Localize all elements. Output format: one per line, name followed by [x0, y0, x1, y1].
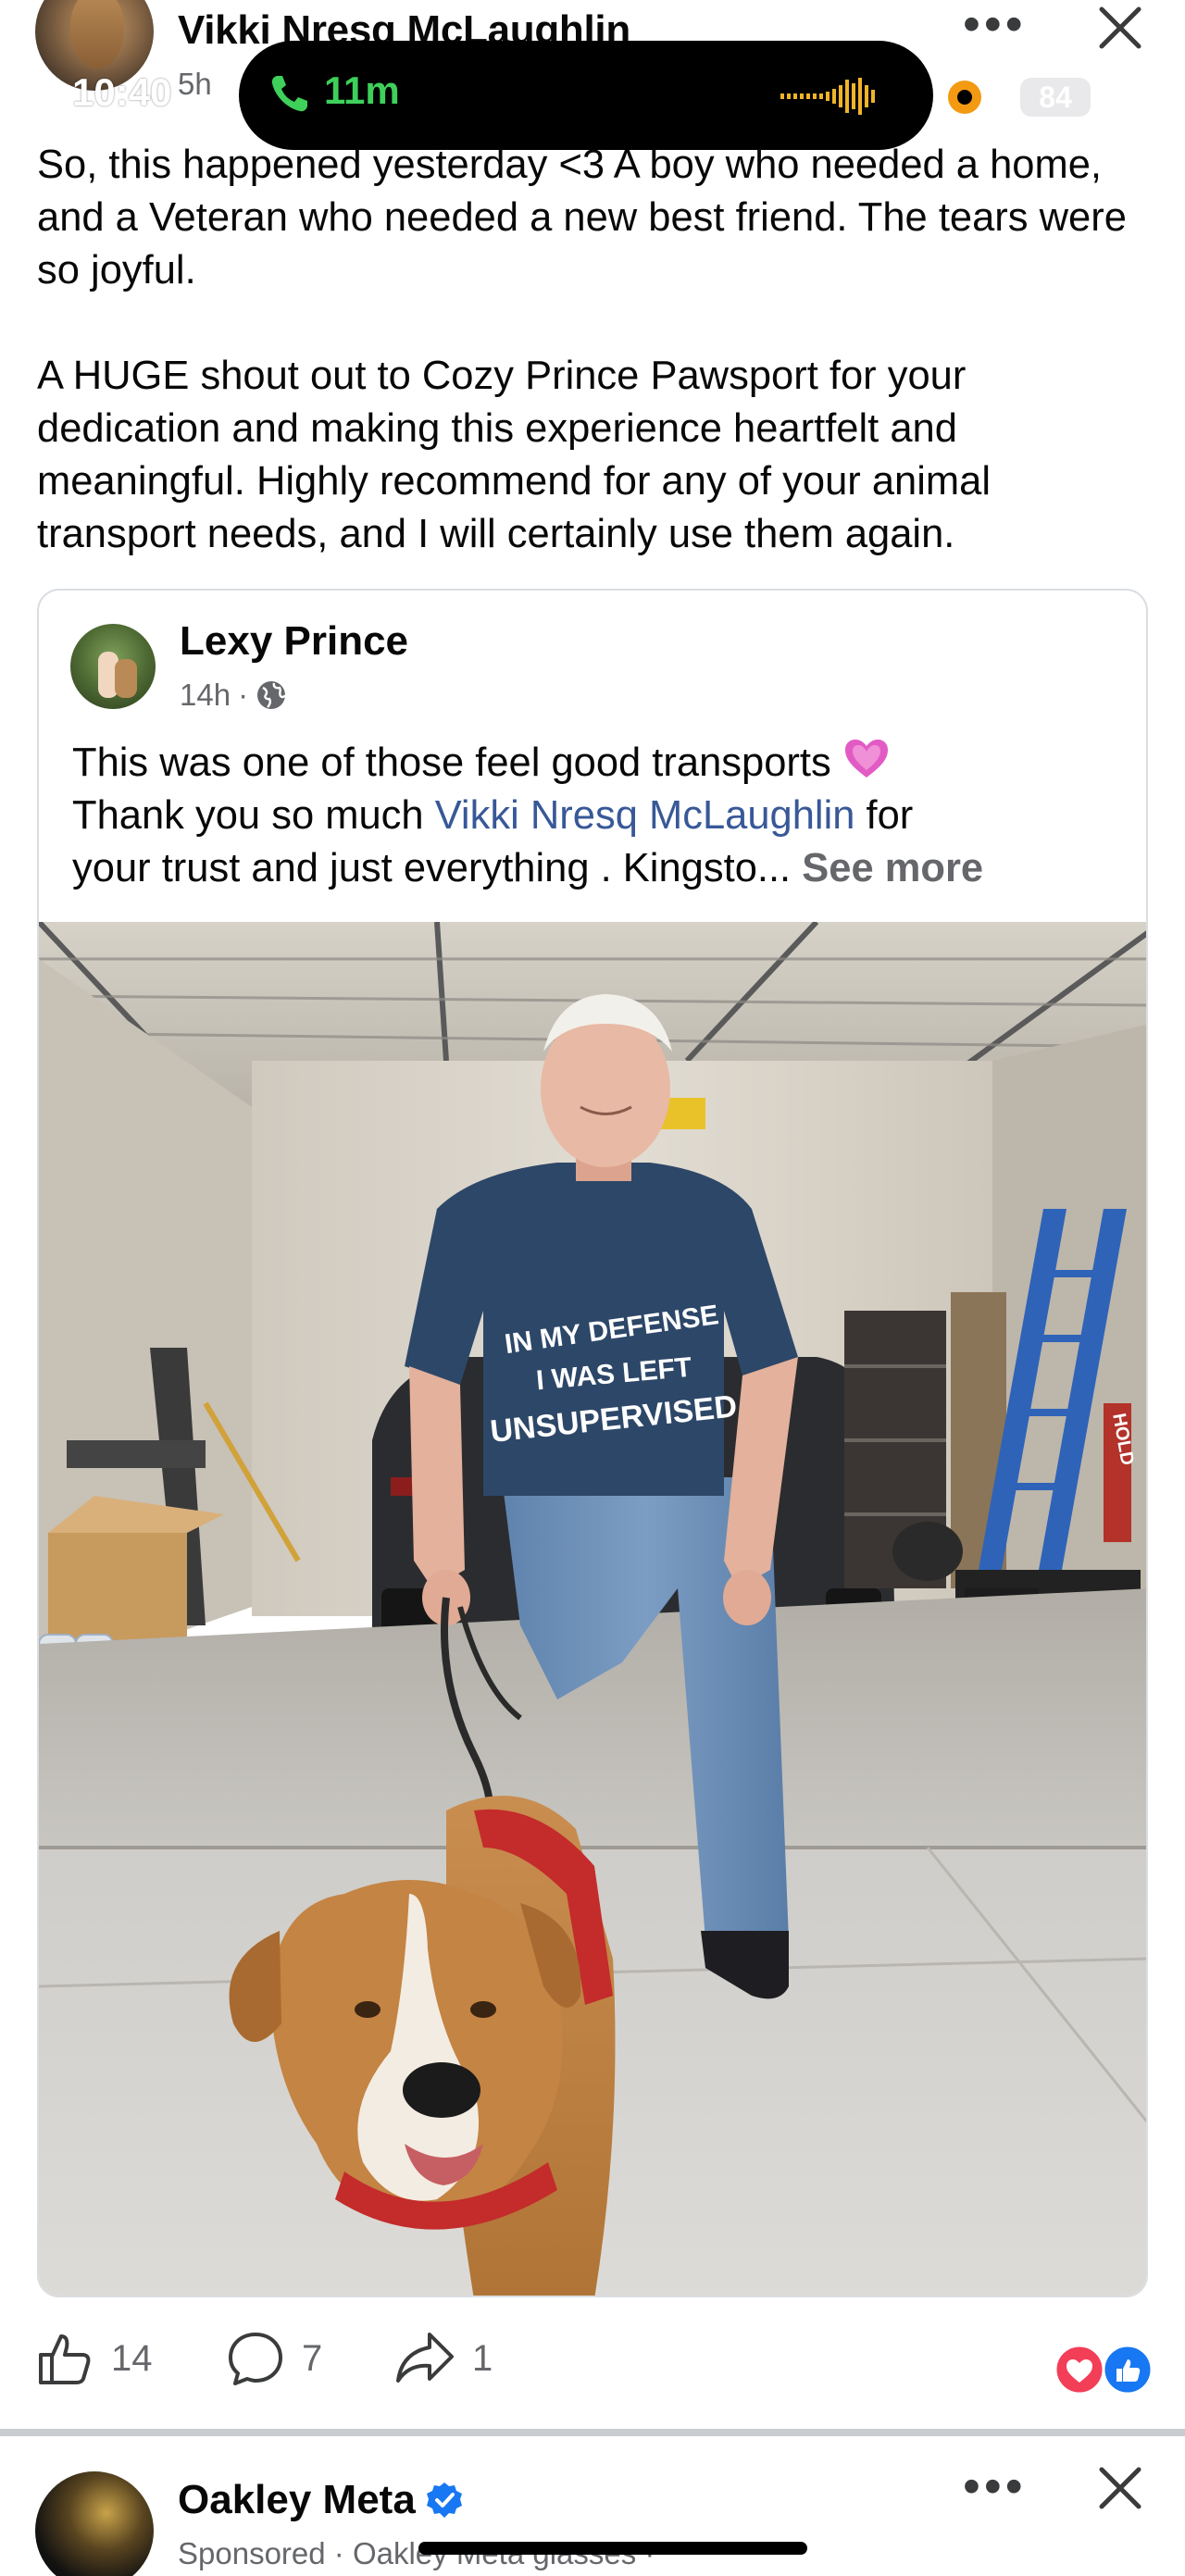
mention-link[interactable]: Vikki Nresq McLaughlin	[435, 793, 855, 838]
advertiser-avatar[interactable]	[35, 2471, 154, 2576]
shared-text-line: This was one of those feel good transpor…	[72, 740, 831, 785]
advertiser-name[interactable]: Oakley Meta	[178, 2477, 416, 2523]
status-time: 10:40	[72, 70, 172, 114]
post-paragraph: A HUGE shout out to Cozy Prince Pawsport…	[37, 354, 991, 556]
globe-icon	[257, 681, 287, 709]
next-post-header: Oakley Meta Sponsored · Oakley Meta glas…	[0, 2436, 1185, 2576]
shared-post-meta: 14h ·	[180, 678, 287, 713]
share-button[interactable]: 1	[394, 2329, 493, 2388]
more-options-icon[interactable]: •••	[963, 0, 1027, 49]
post-action-bar: 14 7 1	[0, 2329, 1185, 2407]
verified-badge-icon	[426, 2483, 462, 2518]
shared-post-card[interactable]: Lexy Prince 14h · This was one of those …	[37, 589, 1148, 2297]
shared-post-time: 14h	[180, 678, 231, 712]
shared-text-line: your trust and just everything . Kingsto…	[72, 846, 792, 890]
home-indicator[interactable]	[418, 2542, 807, 2555]
advertiser-name-row[interactable]: Oakley Meta	[178, 2477, 464, 2523]
garage-scene-image: HOLD mini	[39, 922, 1146, 2296]
share-icon	[396, 2333, 454, 2383]
feed-divider	[0, 2429, 1185, 2436]
phone-icon	[271, 76, 307, 112]
see-more-link[interactable]: See more	[802, 846, 983, 890]
shared-post-text: This was one of those feel good transpor…	[72, 737, 1128, 895]
shared-text-line: Thank you so much	[72, 793, 435, 838]
post-time: 5h	[178, 67, 212, 101]
separator-dot: ·	[238, 678, 249, 712]
close-icon[interactable]	[1092, 0, 1148, 56]
close-icon[interactable]	[1092, 2460, 1148, 2516]
comment-count: 7	[302, 2337, 323, 2379]
shared-author-name[interactable]: Lexy Prince	[180, 618, 408, 665]
audio-wave-icon	[780, 78, 875, 115]
like-count: 14	[111, 2337, 153, 2379]
pink-heart-icon	[844, 740, 888, 778]
more-options-icon[interactable]: •••	[963, 2461, 1027, 2511]
like-button[interactable]: 14	[35, 2329, 153, 2388]
shared-text-line: for	[854, 793, 914, 838]
post-paragraph: So, this happened yesterday <3 A boy who…	[37, 143, 1127, 292]
post-body: So, this happened yesterday <3 A boy who…	[37, 139, 1157, 561]
call-indicator[interactable]: 11m	[239, 41, 933, 150]
comment-button[interactable]: 7	[226, 2329, 322, 2388]
thumbs-up-icon	[39, 2334, 91, 2384]
reaction-summary[interactable]	[1054, 2344, 1155, 2396]
privacy-indicator	[948, 81, 981, 114]
post-photo[interactable]: HOLD mini	[39, 922, 1146, 2296]
call-duration: 11m	[324, 68, 400, 112]
comment-icon	[229, 2333, 282, 2385]
shared-author-avatar[interactable]	[70, 624, 156, 709]
battery-indicator: 84	[1020, 78, 1091, 117]
share-count: 1	[472, 2337, 493, 2379]
